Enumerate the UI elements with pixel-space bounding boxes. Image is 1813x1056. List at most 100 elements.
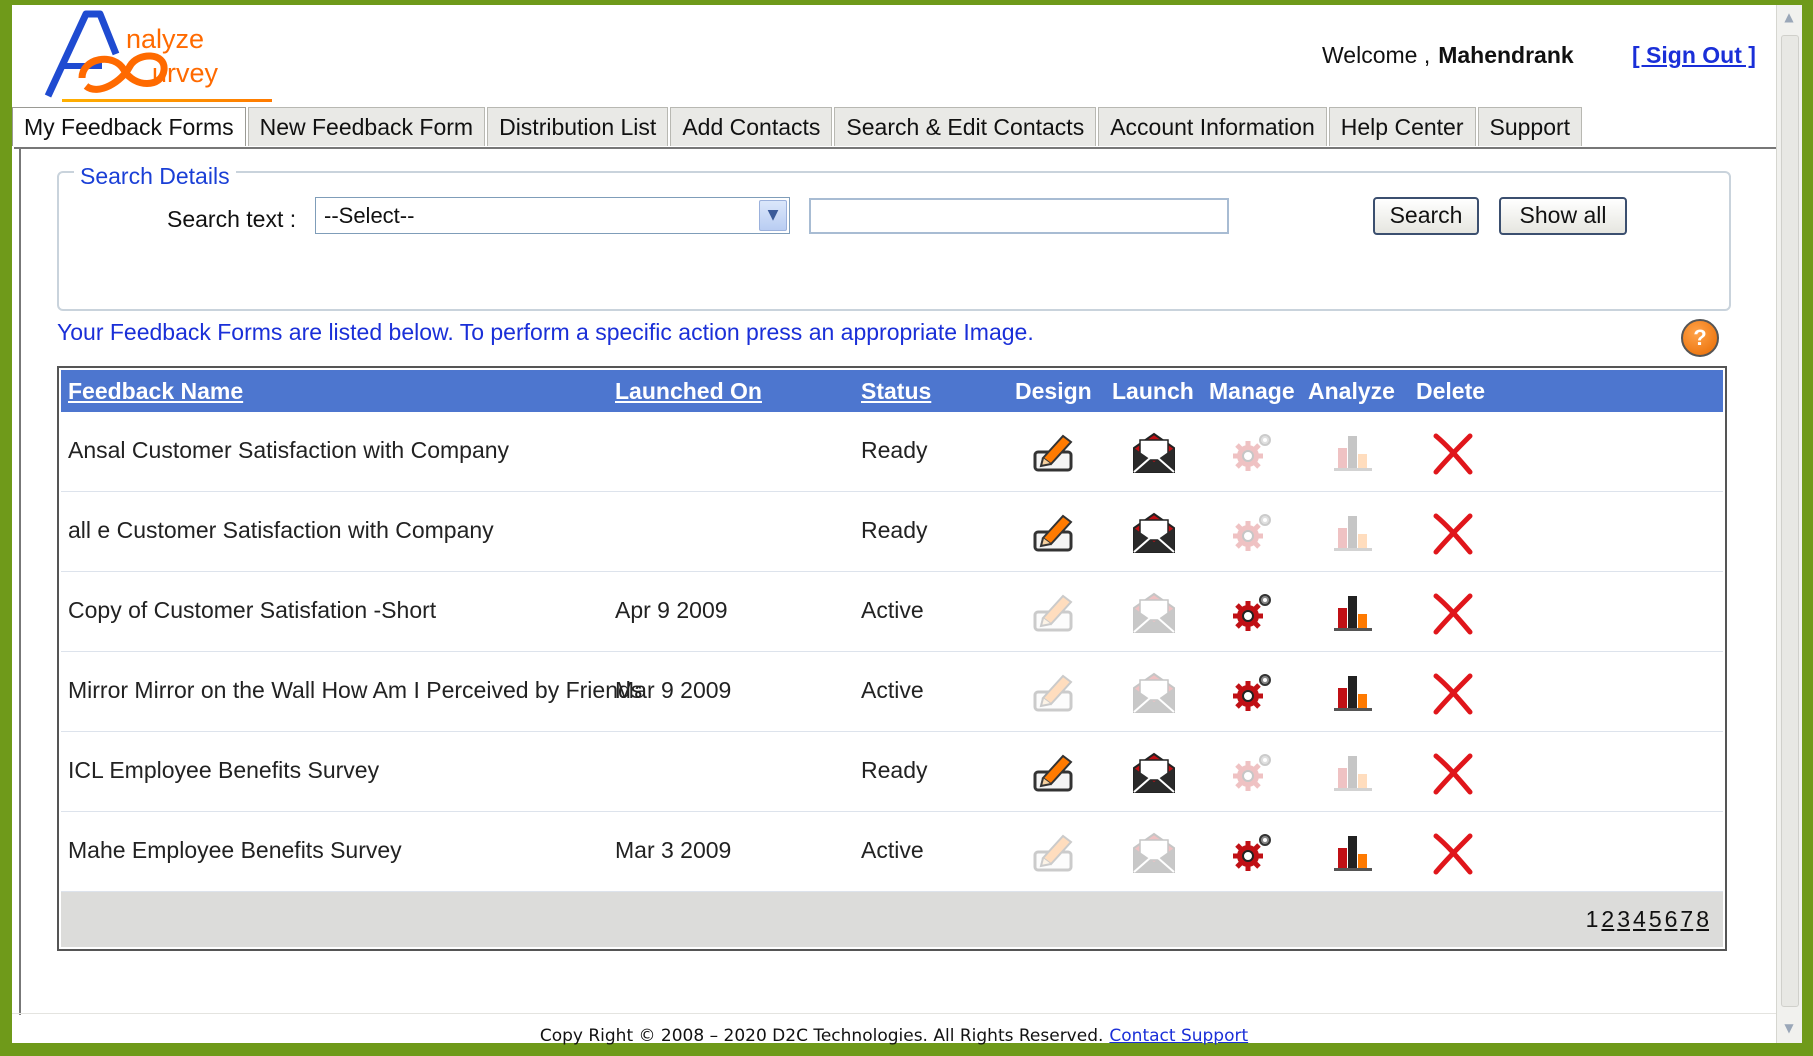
page-link[interactable]: 2 xyxy=(1601,906,1614,932)
copyright-text: Copy Right © 2008 – 2020 D2C Technologie… xyxy=(539,1026,1104,1046)
logo-underline xyxy=(62,99,272,102)
feedback-name-cell: Copy of Customer Satisfation -Short xyxy=(68,597,437,623)
pencil-edit-icon[interactable] xyxy=(1029,508,1081,556)
status-cell: Ready xyxy=(861,517,928,543)
table-row: ICL Employee Benefits Survey Ready xyxy=(61,732,1723,812)
envelope-launch-icon xyxy=(1128,828,1180,876)
tab-divider xyxy=(14,147,1776,149)
red-x-delete-icon[interactable] xyxy=(1428,748,1480,796)
envelope-launch-icon[interactable] xyxy=(1128,748,1180,796)
envelope-launch-icon xyxy=(1128,668,1180,716)
page-link[interactable]: 7 xyxy=(1680,906,1693,932)
table-row: Mahe Employee Benefits Survey Mar 3 2009 A… xyxy=(61,812,1723,892)
tab-new-feedback-form[interactable]: New Feedback Form xyxy=(247,107,486,146)
envelope-launch-icon xyxy=(1128,588,1180,636)
chevron-down-icon[interactable]: ▼ xyxy=(759,200,787,231)
feedback-name-cell: Mahe Employee Benefits Survey xyxy=(68,837,402,863)
header-design: Design xyxy=(1015,378,1092,404)
analyze-survey-logo[interactable]: nalyze urvey xyxy=(42,8,272,102)
pencil-edit-icon xyxy=(1029,668,1081,716)
feedback-forms-table: Feedback Name Launched On Status Design … xyxy=(57,366,1727,951)
gears-icon[interactable] xyxy=(1228,668,1280,716)
search-details-legend: Search Details xyxy=(74,163,236,190)
help-icon[interactable]: ? xyxy=(1681,319,1719,357)
status-cell: Ready xyxy=(861,757,928,783)
bar-chart-icon[interactable] xyxy=(1328,588,1380,636)
status-cell: Ready xyxy=(861,437,928,463)
header-manage: Manage xyxy=(1209,378,1295,404)
table-row: Ansal Customer Satisfaction with Company… xyxy=(61,412,1723,492)
page-footer: Copy Right © 2008 – 2020 D2C Technologie… xyxy=(12,1013,1776,1056)
envelope-launch-icon[interactable] xyxy=(1128,508,1180,556)
page-link[interactable]: 8 xyxy=(1696,906,1709,932)
sign-out-link[interactable]: [ Sign Out ] xyxy=(1632,42,1756,69)
search-button[interactable]: Search xyxy=(1373,197,1479,235)
tab-account-information[interactable]: Account Information xyxy=(1098,107,1327,146)
tab-distribution-list[interactable]: Distribution List xyxy=(487,107,669,146)
search-input[interactable] xyxy=(809,198,1229,234)
logo-word-analyze: nalyze xyxy=(126,24,205,54)
search-text-label: Search text : xyxy=(167,206,297,232)
header-analyze: Analyze xyxy=(1308,378,1395,404)
gears-icon xyxy=(1228,748,1280,796)
launched-on-cell: Mar 3 2009 xyxy=(615,837,732,863)
page-link[interactable]: 1 xyxy=(1586,906,1599,932)
feedback-name-cell: ICL Employee Benefits Survey xyxy=(68,757,380,783)
gears-icon[interactable] xyxy=(1228,828,1280,876)
bar-chart-icon[interactable] xyxy=(1328,828,1380,876)
show-all-button[interactable]: Show all xyxy=(1499,197,1627,235)
header-delete: Delete xyxy=(1416,378,1486,404)
red-x-delete-icon[interactable] xyxy=(1428,508,1480,556)
pagination: 12345678 xyxy=(1583,906,1709,933)
tab-help-center[interactable]: Help Center xyxy=(1328,107,1476,146)
tab-my-feedback-forms[interactable]: My Feedback Forms xyxy=(12,107,246,146)
instructions-text: Your Feedback Forms are listed below. To… xyxy=(57,319,1034,345)
bar-chart-icon xyxy=(1328,748,1380,796)
header-launch: Launch xyxy=(1112,378,1194,404)
page-link[interactable]: 5 xyxy=(1649,906,1662,932)
welcome-message: Welcome , Mahendrank xyxy=(1322,42,1574,69)
red-x-delete-icon[interactable] xyxy=(1428,428,1480,476)
red-x-delete-icon[interactable] xyxy=(1428,588,1480,636)
launched-on-cell: Apr 9 2009 xyxy=(615,597,728,623)
header-launched-on[interactable]: Launched On xyxy=(615,378,762,405)
header-feedback-name[interactable]: Feedback Name xyxy=(68,378,243,405)
scrollbar-thumb[interactable] xyxy=(1781,35,1799,1007)
table-row: all e Customer Satisfaction with Company… xyxy=(61,492,1723,572)
table-header: Feedback Name Launched On Status Design … xyxy=(61,370,1723,412)
scroll-down-icon[interactable]: ▼ xyxy=(1780,1019,1798,1037)
contact-support-link[interactable]: Contact Support xyxy=(1109,1026,1248,1046)
search-field-select[interactable]: --Select-- ▼ xyxy=(315,197,790,234)
tab-support[interactable]: Support xyxy=(1477,107,1583,146)
table-row: Mirror Mirror on the Wall How Am I Perce… xyxy=(61,652,1723,732)
page-link[interactable]: 3 xyxy=(1617,906,1630,932)
vertical-scrollbar[interactable]: ▲ ▼ xyxy=(1776,5,1802,1043)
scroll-up-icon[interactable]: ▲ xyxy=(1780,8,1798,26)
bar-chart-icon xyxy=(1328,508,1380,556)
envelope-launch-icon[interactable] xyxy=(1128,428,1180,476)
table-footer: 12345678 xyxy=(61,892,1723,947)
tab-search-edit-contacts[interactable]: Search & Edit Contacts xyxy=(834,107,1097,146)
status-cell: Active xyxy=(861,597,924,623)
table-row: Copy of Customer Satisfation -Short Apr 9… xyxy=(61,572,1723,652)
pencil-edit-icon[interactable] xyxy=(1029,748,1081,796)
gears-icon[interactable] xyxy=(1228,588,1280,636)
username: Mahendrank xyxy=(1438,42,1574,68)
tab-add-contacts[interactable]: Add Contacts xyxy=(670,107,833,146)
bar-chart-icon[interactable] xyxy=(1328,668,1380,716)
page-link[interactable]: 4 xyxy=(1633,906,1646,932)
launched-on-cell: Mar 9 2009 xyxy=(615,677,732,703)
red-x-delete-icon[interactable] xyxy=(1428,668,1480,716)
page-link[interactable]: 6 xyxy=(1665,906,1678,932)
header-status[interactable]: Status xyxy=(861,378,931,405)
gears-icon xyxy=(1228,428,1280,476)
select-value: --Select-- xyxy=(324,203,415,228)
search-details-panel xyxy=(57,171,1731,311)
feedback-name-cell: Ansal Customer Satisfaction with Company xyxy=(68,437,510,463)
pencil-edit-icon[interactable] xyxy=(1029,428,1081,476)
red-x-delete-icon[interactable] xyxy=(1428,828,1480,876)
app-window: nalyze urvey Welcome , Mahendrank [ Sign … xyxy=(12,5,1776,1046)
welcome-label: Welcome , xyxy=(1322,42,1431,68)
feedback-name-cell: all e Customer Satisfaction with Company xyxy=(68,517,494,543)
main-tabs: My Feedback Forms New Feedback Form Dist… xyxy=(12,107,1584,147)
